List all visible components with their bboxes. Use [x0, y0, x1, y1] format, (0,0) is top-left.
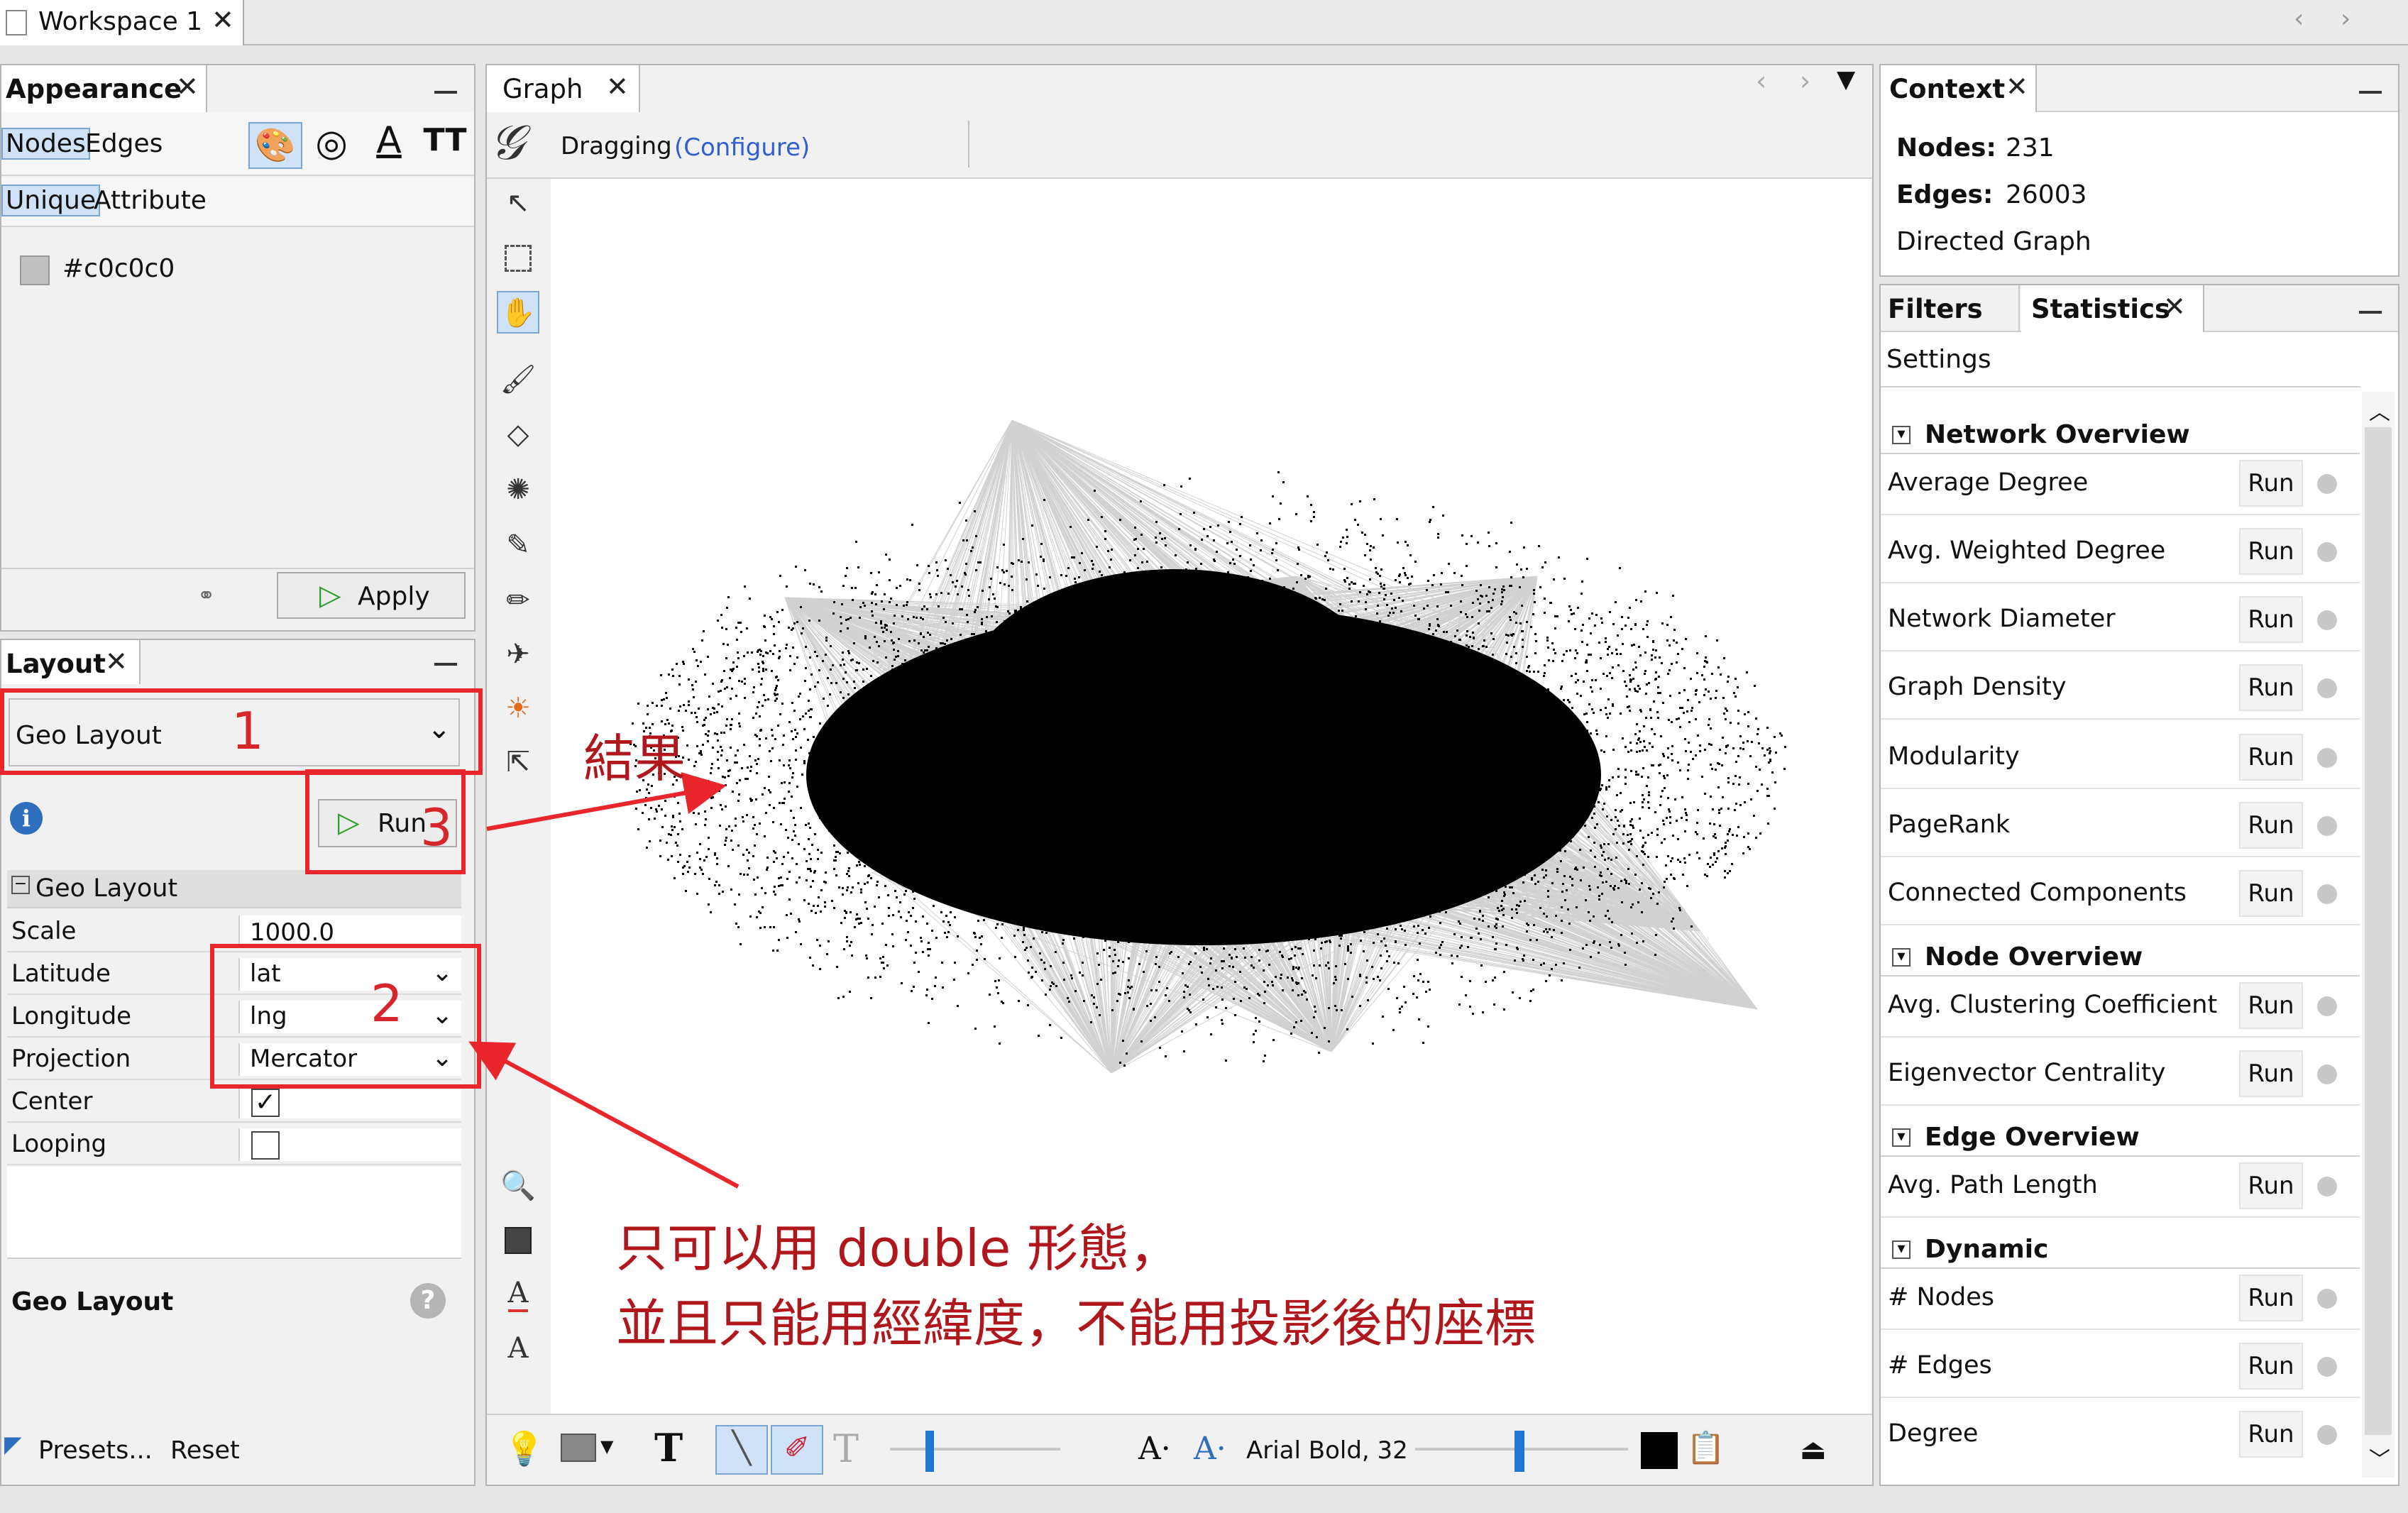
result-label: 結果 — [583, 729, 686, 788]
arrow-to-lat-lng — [468, 1041, 740, 1189]
note-line-2: 並且只能用經緯度，不能用投影後的座標 — [616, 1294, 1536, 1353]
note-line-1: 只可以用 double 形態， — [616, 1218, 1181, 1278]
arrow-to-result — [486, 771, 727, 831]
